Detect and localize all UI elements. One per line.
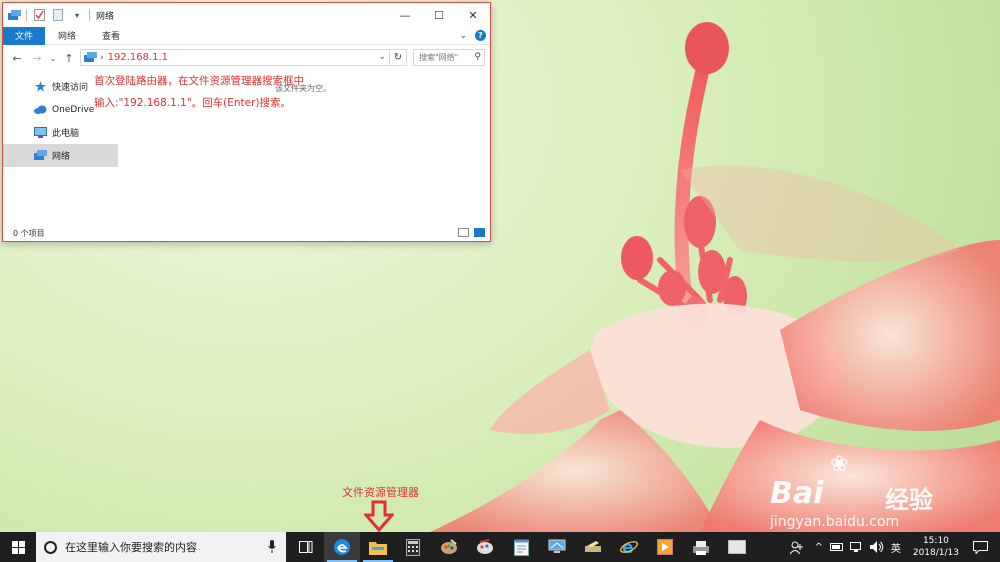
sidebar-item-label: 此电脑 (52, 129, 80, 139)
quick-access-toolbar: ▾ (3, 8, 90, 22)
network-location-icon (84, 52, 97, 62)
divider (89, 9, 90, 21)
ribbon-tabs: 文件 网络 查看 ⌄ ? (3, 26, 490, 45)
divider (26, 9, 27, 21)
file-explorer-window[interactable]: ▾ 网络 — ☐ ✕ 文件 网络 查看 ⌄ ? ← → ⌄ ↑ › 192.16… (2, 2, 491, 242)
recent-locations-button[interactable]: ⌄ (47, 48, 59, 68)
input-method-indicator[interactable]: 英 (891, 540, 901, 555)
sidebar-item-this-pc[interactable]: 此电脑 (3, 121, 118, 144)
cortana-icon (44, 540, 57, 554)
volume-icon[interactable] (869, 541, 884, 553)
down-arrow-icon (364, 500, 394, 532)
taskbar-search-placeholder: 在这里输入你要搜索的内容 (65, 541, 197, 554)
customize-dropdown-icon[interactable]: ▾ (70, 8, 84, 22)
file-list-area[interactable]: 该文件夹为空。 首次登陆路由器，在文件资源管理器搜索框中输入:"192.168.… (94, 75, 490, 227)
refresh-button[interactable]: ↻ (390, 49, 407, 66)
tab-view[interactable]: 查看 (89, 27, 133, 45)
edge-taskbar-icon[interactable] (324, 532, 360, 562)
up-button[interactable]: ↑ (59, 48, 79, 68)
cloud-icon (33, 104, 47, 116)
close-button[interactable]: ✕ (456, 3, 490, 27)
ribbon-right-controls: ⌄ ? (459, 30, 486, 41)
help-icon[interactable]: ? (475, 30, 486, 41)
watermark-brand: Bai (770, 476, 824, 511)
title-bar[interactable]: ▾ 网络 — ☐ ✕ (3, 3, 490, 27)
network-status-icon[interactable] (849, 541, 864, 553)
sidebar-item-label: 网络 (52, 152, 71, 162)
navigation-bar: ← → ⌄ ↑ › 192.168.1.1 ⌄ ↻ 搜索"网络" ⚲ (3, 47, 490, 69)
network-icon (33, 150, 47, 162)
paint3d-taskbar-icon[interactable] (467, 532, 503, 562)
network-folder-icon[interactable] (7, 8, 21, 22)
taskbar-search-box[interactable]: 在这里输入你要搜索的内容 (36, 532, 286, 562)
action-center-icon[interactable] (973, 540, 988, 554)
remote-desktop-taskbar-icon[interactable] (539, 532, 575, 562)
window-title: 网络 (96, 11, 115, 22)
search-icon[interactable]: ⚲ (474, 52, 481, 62)
minimize-button[interactable]: — (388, 3, 422, 27)
sidebar-item-label: 快速访问 (52, 83, 89, 93)
sidebar-item-network[interactable]: 网络 (3, 144, 118, 167)
address-text[interactable]: 192.168.1.1 (108, 52, 168, 63)
sidebar-item-label: OneDrive (52, 104, 95, 115)
battery-icon[interactable] (829, 543, 844, 551)
watermark-paw-icon: ❀ (830, 452, 849, 477)
item-count: 0 个项目 (13, 228, 45, 238)
printer-taskbar-icon[interactable] (683, 532, 719, 562)
media-player-taskbar-icon[interactable] (647, 532, 683, 562)
search-placeholder: 搜索"网络" (419, 53, 459, 62)
breadcrumb-separator[interactable]: › (100, 53, 104, 63)
taskbar: 在这里输入你要搜索的内容 e ^ 英 15:10 2018/1/13 (0, 532, 1000, 562)
svg-text:e: e (622, 538, 634, 556)
forward-button[interactable]: → (27, 48, 47, 68)
watermark-url: jingyan.baidu.com (770, 514, 900, 530)
instruction-annotation: 首次登陆路由器，在文件资源管理器搜索框中输入:"192.168.1.1"。回车(… (94, 75, 304, 109)
tab-network[interactable]: 网络 (45, 27, 89, 45)
internet-explorer-taskbar-icon[interactable]: e (611, 532, 647, 562)
show-hidden-icons-button[interactable]: ^ (814, 542, 822, 553)
taskbar-annotation-label: 文件资源管理器 (342, 486, 419, 499)
status-bar: 0 个项目 (3, 225, 490, 241)
clock-time: 15:10 (922, 536, 949, 546)
calculator-taskbar-icon[interactable] (395, 532, 431, 562)
windows-logo-icon (11, 540, 25, 554)
system-tray: ^ 英 15:10 2018/1/13 (784, 532, 1000, 562)
view-switcher (458, 228, 485, 237)
back-button[interactable]: ← (7, 48, 27, 68)
details-view-icon[interactable] (458, 228, 469, 237)
clock-date: 2018/1/13 (912, 548, 959, 558)
expand-ribbon-icon[interactable]: ⌄ (459, 31, 467, 41)
microphone-icon[interactable] (268, 540, 276, 553)
paint-taskbar-icon[interactable] (431, 532, 467, 562)
large-icons-view-icon[interactable] (474, 228, 485, 237)
computer-icon (33, 127, 47, 139)
address-dropdown-icon[interactable]: ⌄ (378, 52, 386, 62)
people-icon[interactable] (790, 541, 804, 554)
snipping-tool-taskbar-icon[interactable] (575, 532, 611, 562)
new-folder-icon[interactable] (51, 8, 65, 22)
maximize-button[interactable]: ☐ (422, 3, 456, 27)
blank-window-taskbar-icon[interactable] (719, 532, 755, 562)
notepad-taskbar-icon[interactable] (503, 532, 539, 562)
watermark-brand-cn: 经验 (885, 486, 933, 514)
clock[interactable]: 15:10 2018/1/13 (913, 535, 959, 559)
properties-icon[interactable] (32, 8, 46, 22)
task-view-icon[interactable] (288, 532, 324, 562)
star-icon (33, 81, 47, 93)
search-input[interactable]: 搜索"网络" ⚲ (413, 49, 485, 66)
tab-file[interactable]: 文件 (3, 26, 46, 45)
start-button[interactable] (0, 532, 36, 562)
window-controls: — ☐ ✕ (388, 3, 490, 27)
file-explorer-taskbar-icon[interactable] (360, 532, 396, 562)
address-bar[interactable]: › 192.168.1.1 ⌄ (80, 49, 390, 66)
